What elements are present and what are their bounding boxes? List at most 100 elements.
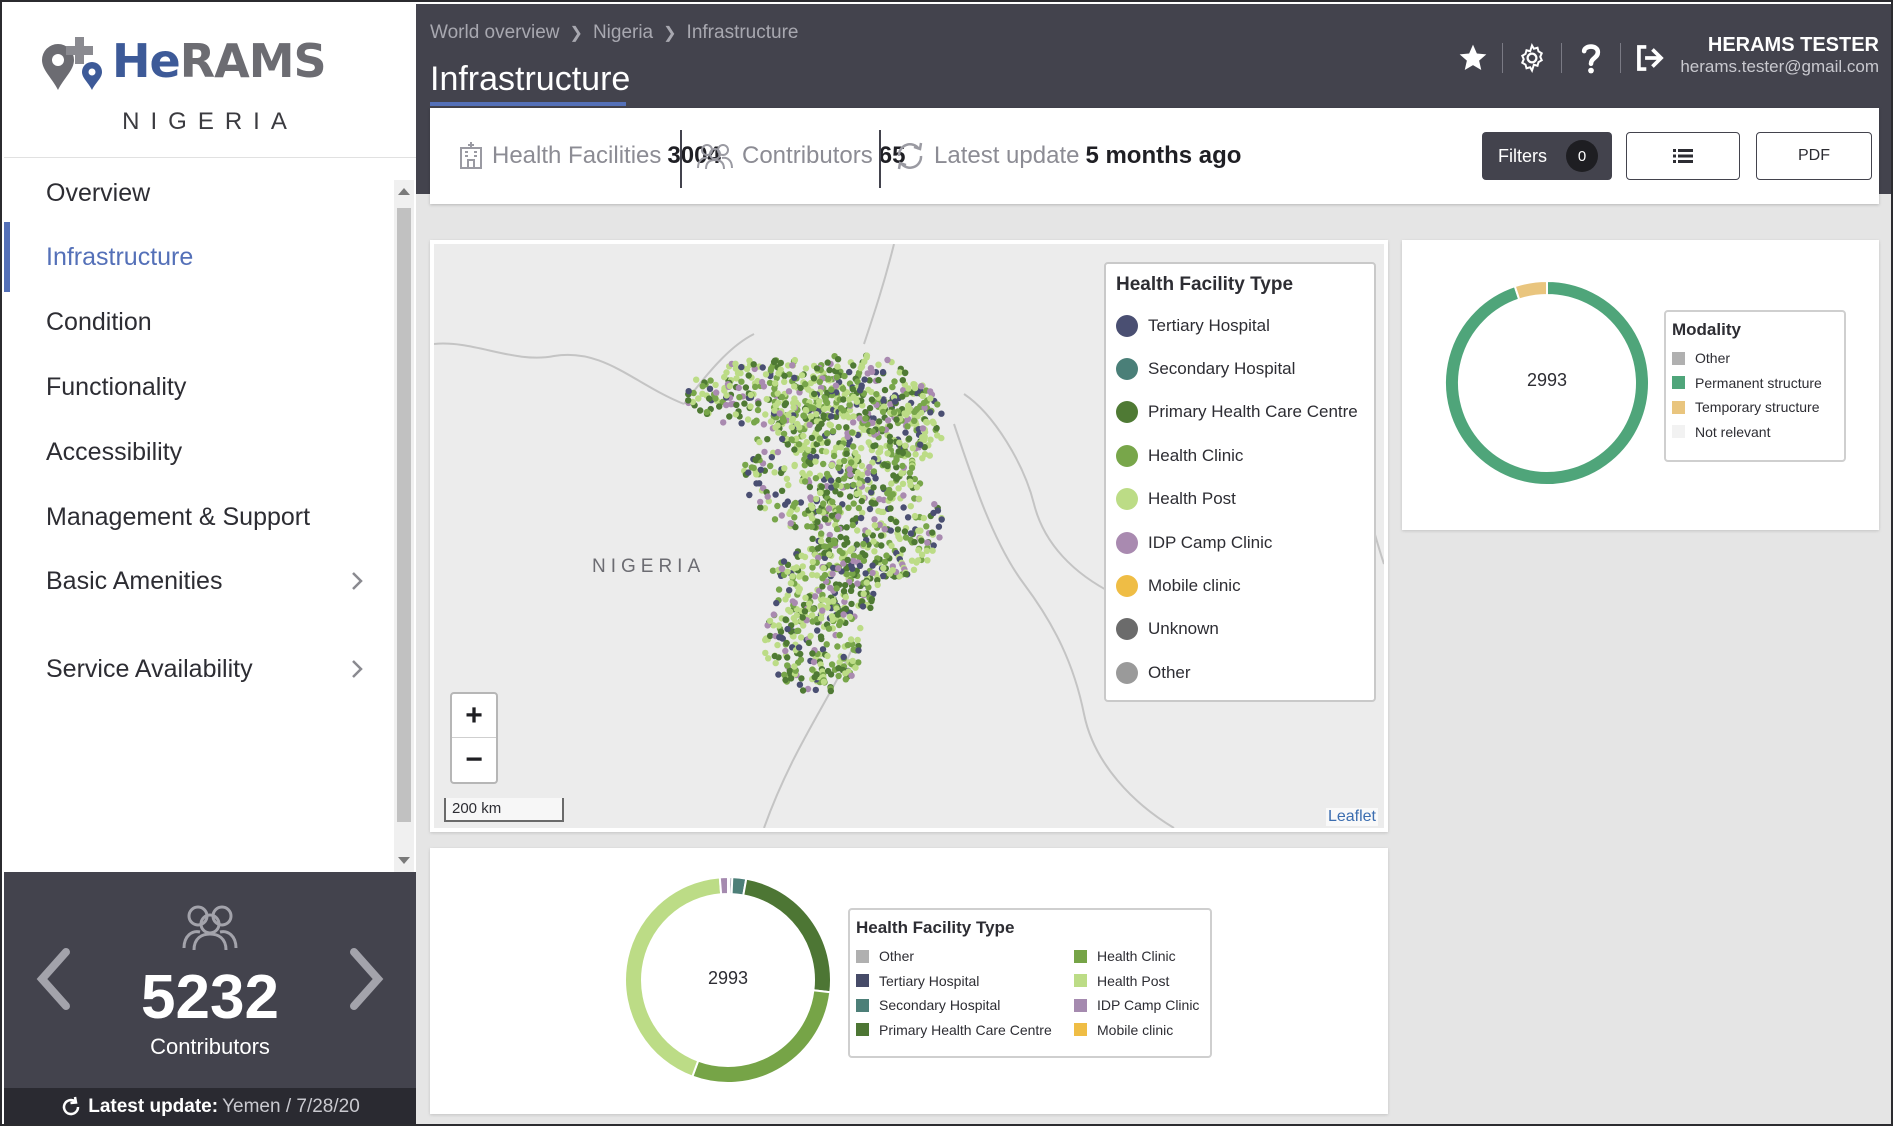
facility-point[interactable] <box>757 504 764 511</box>
facility-point[interactable] <box>833 374 840 381</box>
facility-point[interactable] <box>818 483 825 490</box>
facility-point[interactable] <box>891 378 898 385</box>
facility-point[interactable] <box>902 442 909 449</box>
breadcrumb-nigeria[interactable]: Nigeria <box>593 22 653 44</box>
facility-point[interactable] <box>801 478 809 485</box>
facility-point[interactable] <box>771 652 778 660</box>
facility-point[interactable] <box>789 573 796 580</box>
facility-point[interactable] <box>867 604 874 612</box>
facility-point[interactable] <box>839 549 846 557</box>
facility-point[interactable] <box>835 672 842 680</box>
facility-point[interactable] <box>759 364 766 371</box>
facility-point[interactable] <box>835 423 842 431</box>
facility-point[interactable] <box>902 570 910 578</box>
facility-point[interactable] <box>909 445 917 452</box>
facility-point[interactable] <box>791 446 798 453</box>
facility-point[interactable] <box>841 582 849 589</box>
facility-point[interactable] <box>842 593 849 601</box>
facility-point[interactable] <box>847 636 855 643</box>
facility-point[interactable] <box>849 657 856 665</box>
facility-point[interactable] <box>828 613 836 620</box>
facility-point[interactable] <box>767 418 775 425</box>
facility-point[interactable] <box>798 552 805 559</box>
facility-point[interactable] <box>821 405 828 413</box>
facility-point[interactable] <box>817 537 825 545</box>
facility-point[interactable] <box>878 426 886 433</box>
facility-point[interactable] <box>742 384 750 391</box>
logo-area[interactable]: HeRAMS NIGERIA <box>4 4 416 158</box>
facility-point[interactable] <box>738 363 745 371</box>
facility-point[interactable] <box>890 472 897 479</box>
facility-point[interactable] <box>911 417 918 424</box>
facility-point[interactable] <box>886 570 893 577</box>
facility-point[interactable] <box>768 365 775 372</box>
facility-point[interactable] <box>840 396 847 403</box>
facility-point[interactable] <box>896 535 903 543</box>
facility-point[interactable] <box>806 600 813 607</box>
facility-point[interactable] <box>771 469 778 476</box>
scroll-down-icon[interactable] <box>398 857 410 864</box>
facility-point[interactable] <box>858 462 866 469</box>
facility-point[interactable] <box>807 413 814 420</box>
facility-point[interactable] <box>828 462 836 469</box>
facility-point[interactable] <box>764 493 771 500</box>
facility-point[interactable] <box>911 381 918 388</box>
filters-button[interactable]: Filters 0 <box>1482 132 1612 180</box>
facility-point[interactable] <box>732 411 739 418</box>
facility-point[interactable] <box>792 499 799 507</box>
facility-point[interactable] <box>777 628 785 635</box>
sidebar-item-management-support[interactable]: Management & Support <box>4 482 394 552</box>
facility-point[interactable] <box>870 468 878 475</box>
facility-point[interactable] <box>843 524 850 531</box>
facility-point[interactable] <box>819 607 826 614</box>
facility-point[interactable] <box>809 545 816 553</box>
facility-point[interactable] <box>772 659 779 667</box>
facility-point[interactable] <box>787 675 795 682</box>
facility-point[interactable] <box>757 466 764 473</box>
facility-point[interactable] <box>782 647 789 655</box>
facility-point[interactable] <box>875 376 882 384</box>
facility-point[interactable] <box>817 633 825 640</box>
facility-point[interactable] <box>827 477 835 484</box>
facility-point[interactable] <box>920 514 927 522</box>
facility-point[interactable] <box>924 557 931 564</box>
facility-point[interactable] <box>799 563 806 570</box>
facility-point[interactable] <box>780 558 788 565</box>
facility-point[interactable] <box>902 429 909 436</box>
facility-point[interactable] <box>848 600 855 608</box>
sidebar-item-basic-amenities[interactable]: Basic Amenities <box>4 546 394 616</box>
facility-point[interactable] <box>880 397 887 404</box>
facility-point[interactable] <box>893 454 900 462</box>
facility-point[interactable] <box>910 566 918 573</box>
facility-point[interactable] <box>800 622 807 629</box>
facility-point[interactable] <box>827 687 834 695</box>
facility-point[interactable] <box>837 533 844 541</box>
facility-point[interactable] <box>815 507 823 515</box>
facility-point[interactable] <box>732 360 739 367</box>
facility-point[interactable] <box>930 509 937 517</box>
facility-point[interactable] <box>863 352 871 359</box>
facility-point[interactable] <box>818 615 825 622</box>
facility-point[interactable] <box>833 585 840 592</box>
facility-point[interactable] <box>844 483 851 490</box>
facility-point[interactable] <box>788 436 795 443</box>
facility-point[interactable] <box>699 383 706 390</box>
facility-point[interactable] <box>852 664 859 671</box>
facility-point[interactable] <box>866 505 874 513</box>
facility-point[interactable] <box>809 650 816 657</box>
facility-point[interactable] <box>867 364 875 372</box>
facility-point[interactable] <box>877 532 885 539</box>
facility-point[interactable] <box>862 409 869 416</box>
user-info[interactable]: HERAMS TESTER herams.tester@gmail.com <box>1680 34 1879 77</box>
facility-point[interactable] <box>856 562 864 569</box>
facility-point[interactable] <box>746 491 753 499</box>
facility-point[interactable] <box>891 398 899 405</box>
facility-point[interactable] <box>833 525 841 533</box>
facility-point[interactable] <box>812 475 820 482</box>
facility-point[interactable] <box>879 368 887 376</box>
facility-point[interactable] <box>887 527 894 534</box>
facility-point[interactable] <box>883 552 890 559</box>
facility-point[interactable] <box>744 416 752 423</box>
facility-point[interactable] <box>931 501 938 508</box>
facility-point[interactable] <box>843 424 850 431</box>
